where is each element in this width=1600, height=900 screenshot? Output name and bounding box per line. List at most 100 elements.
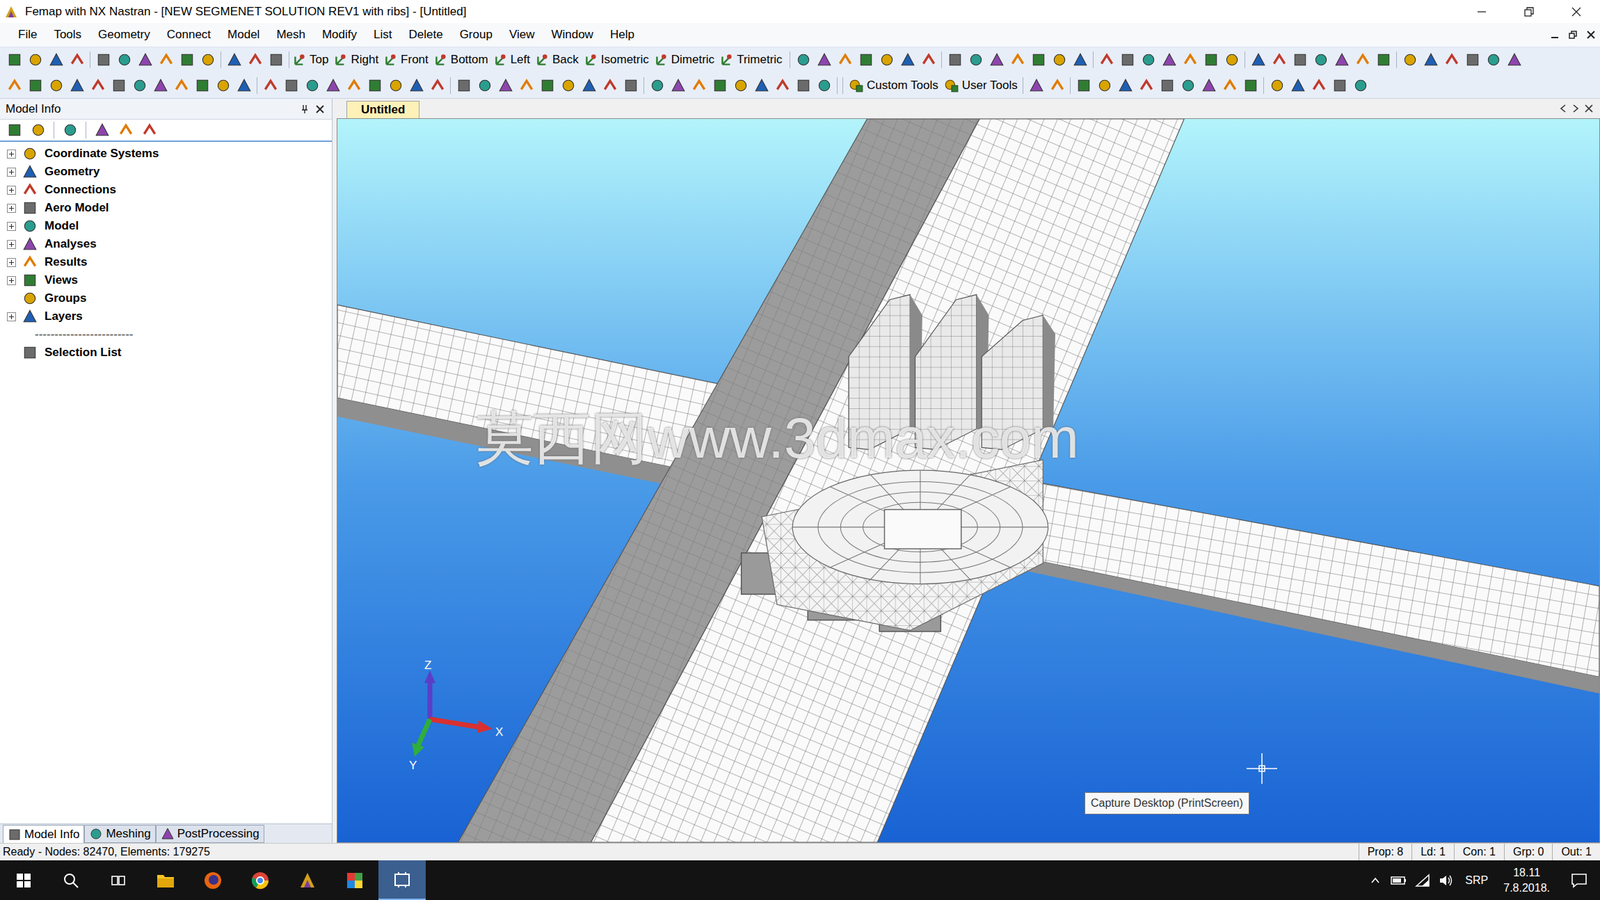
toolbar-icon[interactable] xyxy=(667,75,689,96)
toolbar-icon[interactable] xyxy=(1289,49,1311,71)
toolbar-icon[interactable] xyxy=(385,75,407,96)
view-button[interactable]: Front xyxy=(383,50,434,69)
scroll-left-icon[interactable] xyxy=(1556,100,1570,117)
tree-item[interactable]: Groups xyxy=(0,289,332,308)
toolbar-icon[interactable] xyxy=(834,49,856,71)
tree-item[interactable]: Aero Model xyxy=(0,198,332,218)
toolbar-icon[interactable] xyxy=(171,75,192,96)
toolbar-icon[interactable] xyxy=(1373,49,1395,71)
tree-item[interactable]: Results xyxy=(0,253,332,272)
tools-button[interactable]: User Tools xyxy=(941,76,1021,95)
toolbar-icon[interactable] xyxy=(1310,49,1332,71)
toolbar-icon[interactable] xyxy=(813,75,835,96)
tree-item[interactable]: Analyses xyxy=(0,235,332,254)
toolbar-icon[interactable] xyxy=(45,49,67,71)
toolbar-icon[interactable] xyxy=(1441,49,1463,71)
minimize-icon[interactable] xyxy=(1458,0,1506,23)
toolbar-icon[interactable] xyxy=(1329,75,1351,96)
toolbar-icon[interactable] xyxy=(260,75,282,96)
toolbar-icon[interactable] xyxy=(139,119,160,141)
toolbar-icon[interactable] xyxy=(646,75,668,96)
chrome-icon[interactable] xyxy=(236,860,284,900)
clock[interactable]: 18.117.8.2018. xyxy=(1494,865,1559,896)
toolbar-icon[interactable] xyxy=(233,75,255,96)
toolbar-icon[interactable] xyxy=(281,75,302,96)
toolbar-icon[interactable] xyxy=(557,75,579,96)
graphics-viewport[interactable]: 莫西网www.3dmax.comZXYCapture Desktop (Prin… xyxy=(336,118,1600,844)
tree-item[interactable]: Layers xyxy=(0,307,332,326)
toolbar-icon[interactable] xyxy=(1046,75,1068,96)
toolbar-icon[interactable] xyxy=(4,49,26,71)
toolbar-icon[interactable] xyxy=(129,75,151,96)
toolbar-icon[interactable] xyxy=(965,49,987,71)
toolbar-icon[interactable] xyxy=(1221,49,1243,71)
toolbar-icon[interactable] xyxy=(1200,49,1222,71)
view-button[interactable]: Bottom xyxy=(433,50,494,69)
toolbar-icon[interactable] xyxy=(91,119,113,141)
toolbar-icon[interactable] xyxy=(474,75,496,96)
toolbar-icon[interactable] xyxy=(155,49,177,71)
toolbar-icon[interactable] xyxy=(265,49,287,71)
toolbar-icon[interactable] xyxy=(197,49,219,71)
toolbar-icon[interactable] xyxy=(45,75,67,96)
toolbar-icon[interactable] xyxy=(1179,49,1201,71)
toolbar-icon[interactable] xyxy=(897,49,919,71)
toolbar-icon[interactable] xyxy=(1073,75,1095,96)
toolbar-icon[interactable] xyxy=(793,75,814,96)
toolbar-icon[interactable] xyxy=(364,75,386,96)
toolbar-icon[interactable] xyxy=(1352,49,1374,71)
expand-icon[interactable] xyxy=(6,257,17,268)
scroll-right-icon[interactable] xyxy=(1569,100,1582,117)
firefox-icon[interactable] xyxy=(189,860,237,900)
toolbar-icon[interactable] xyxy=(406,75,428,96)
toolbar-icon[interactable] xyxy=(1026,75,1047,96)
menu-item[interactable]: Model xyxy=(219,25,268,44)
toolbar-icon[interactable] xyxy=(25,75,46,96)
toolbar-icon[interactable] xyxy=(709,75,731,96)
menu-item[interactable]: File xyxy=(9,25,46,44)
expand-icon[interactable] xyxy=(6,239,17,250)
toolbar-icon[interactable] xyxy=(224,49,245,71)
toolbar-icon[interactable] xyxy=(59,119,81,141)
toolbar-icon[interactable] xyxy=(986,49,1008,71)
menu-item[interactable]: Help xyxy=(601,25,643,44)
menu-item[interactable]: List xyxy=(365,25,400,44)
menu-item[interactable]: Modify xyxy=(313,25,366,44)
toolbar-icon[interactable] xyxy=(1117,49,1139,71)
toolbar-icon[interactable] xyxy=(1266,75,1288,96)
toolbar-icon[interactable] xyxy=(516,75,538,96)
menu-item[interactable]: View xyxy=(500,25,544,44)
toolbar-icon[interactable] xyxy=(27,119,49,141)
toolbar-icon[interactable] xyxy=(1219,75,1241,96)
view-button[interactable]: Dimetric xyxy=(653,50,720,69)
toolbar-icon[interactable] xyxy=(1069,49,1091,71)
toolbar-icon[interactable] xyxy=(876,49,898,71)
toolbar-icon[interactable] xyxy=(1094,75,1116,96)
expand-icon[interactable] xyxy=(6,275,17,286)
menu-item[interactable]: Tools xyxy=(45,25,90,44)
toolbar-icon[interactable] xyxy=(495,75,517,96)
toolbar-icon[interactable] xyxy=(66,75,88,96)
mesh-model[interactable] xyxy=(337,118,1600,843)
expand-icon[interactable] xyxy=(6,166,17,177)
toolbar-icon[interactable] xyxy=(4,75,26,96)
panel-tab[interactable]: Model Info xyxy=(2,825,85,844)
tree-item[interactable]: Coordinate Systems xyxy=(0,144,332,163)
tree-item[interactable]: Model xyxy=(0,217,332,236)
toolbar-icon[interactable] xyxy=(114,49,135,71)
expand-icon[interactable] xyxy=(6,311,17,322)
menu-item[interactable]: Connect xyxy=(158,25,220,44)
toolbar-icon[interactable] xyxy=(244,49,266,71)
toolbar-icon[interactable] xyxy=(1504,49,1525,71)
document-tab[interactable]: Untitled xyxy=(346,100,420,119)
tray-overflow-icon[interactable] xyxy=(1363,860,1388,900)
toolbar-icon[interactable] xyxy=(751,75,773,96)
expand-icon[interactable] xyxy=(6,148,17,159)
view-button[interactable]: Top xyxy=(292,50,334,69)
toolbar-icon[interactable] xyxy=(1177,75,1199,96)
toolbar-icon[interactable] xyxy=(620,75,642,96)
toolbar-icon[interactable] xyxy=(793,49,814,71)
restore-icon[interactable] xyxy=(1505,0,1553,23)
view-button[interactable]: Left xyxy=(493,50,535,69)
tree-item[interactable]: Connections xyxy=(0,180,332,199)
